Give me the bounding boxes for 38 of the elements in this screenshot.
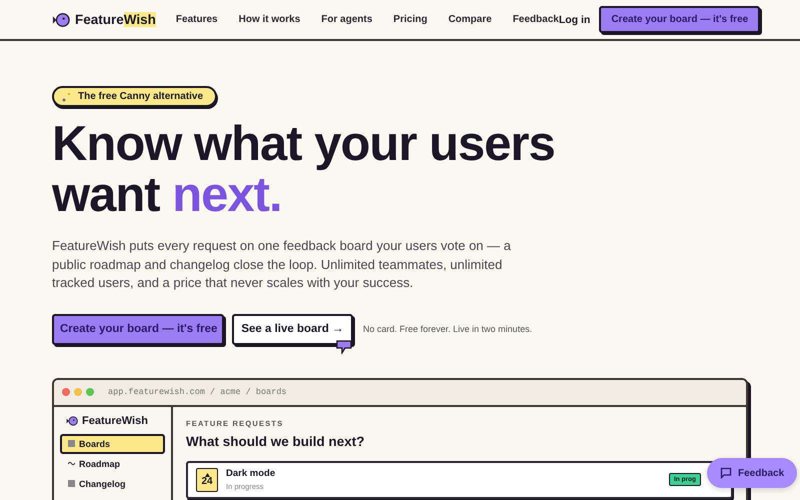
close-dot	[62, 388, 70, 396]
nav-link[interactable]: Compare	[448, 14, 492, 25]
upvote-icon	[204, 472, 210, 476]
nav-link[interactable]: Feedback	[512, 14, 559, 25]
nav-link[interactable]: For agents	[321, 14, 372, 25]
login-link[interactable]: Log in	[558, 14, 590, 26]
live-board-button[interactable]: See a live board →	[232, 314, 353, 344]
sidebar-item[interactable]: Boards	[60, 434, 165, 454]
create-board-button[interactable]: Create your board — it's free	[52, 314, 224, 344]
wave-icon	[68, 461, 75, 466]
brand-name[interactable]: FeatureWish	[75, 12, 156, 27]
maximize-dot	[86, 388, 94, 396]
sidebar-brand: FeatureWish	[82, 414, 148, 426]
feedback-button[interactable]: Feedback	[707, 458, 798, 488]
speech-bubble-icon	[336, 340, 352, 354]
vote-button[interactable]: 24	[196, 468, 218, 492]
headline: Know what your users	[52, 117, 555, 171]
grid-icon	[68, 480, 75, 487]
nav-link[interactable]: Pricing	[393, 14, 428, 25]
hero-note: No card. Free forever. Live in two minutes.	[363, 324, 532, 334]
create-board-button[interactable]: Create your board — it's free	[599, 6, 760, 33]
logo-icon	[66, 414, 78, 426]
request-title: Dark mode	[226, 468, 276, 479]
hero-description: FeatureWish puts every request on one feedback board your users vote on — a public roadmap and changelog close the loop. Unlimited teammates, unlimited tracked users, and a price that never scales with your success.	[52, 237, 512, 292]
badge-text: The free Canny alternative	[78, 91, 204, 102]
chat-icon	[720, 467, 732, 479]
sidebar-item[interactable]: Roadmap	[60, 454, 165, 474]
minimize-dot	[74, 388, 82, 396]
sparkle-icon	[62, 92, 72, 102]
headline: want	[52, 168, 160, 222]
nav-link[interactable]: Features	[176, 14, 218, 25]
board-title: What should we build next?	[186, 434, 366, 448]
sidebar-item[interactable]: Changelog	[60, 474, 165, 494]
headline-accent: next.	[172, 168, 282, 222]
logo-icon	[52, 10, 70, 28]
nav-link[interactable]: How it works	[238, 14, 300, 25]
grid-icon	[68, 440, 75, 447]
address-text: app.featurewish.com / acme / boards	[108, 387, 287, 397]
